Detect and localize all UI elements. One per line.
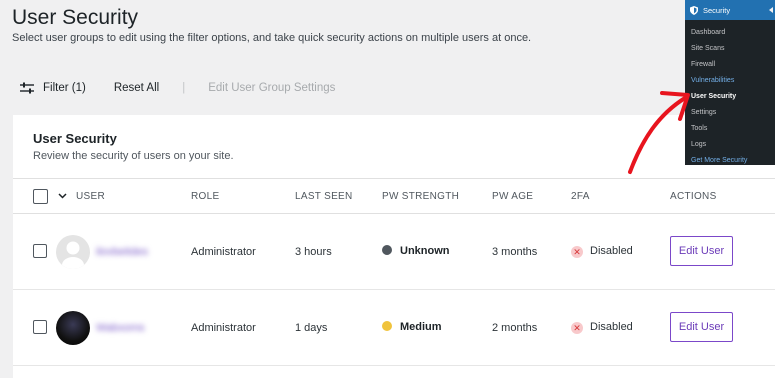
strength-dot-icon	[382, 321, 392, 331]
security-menu-title: Security	[703, 5, 731, 15]
close-icon: ✕	[571, 322, 583, 334]
sliders-icon	[20, 82, 34, 94]
table-row: ilovbeitdes Administrator 3 hours Unknow…	[13, 214, 775, 290]
filter-button[interactable]: Filter (1)	[20, 82, 86, 94]
default-avatar-icon	[62, 241, 84, 269]
filter-label: Filter (1)	[43, 82, 86, 94]
pw-strength-value: Unknown	[382, 245, 450, 257]
menu-item-tools[interactable]: Tools	[685, 121, 775, 137]
column-actions: ACTIONS	[670, 191, 717, 202]
security-menu-header[interactable]: Security	[685, 0, 775, 20]
column-role[interactable]: ROLE	[191, 191, 219, 202]
last-seen-value: 1 days	[295, 322, 328, 334]
twofa-value: ✕ Disabled	[571, 245, 633, 258]
toolbar: Filter (1) Reset All | Edit User Group S…	[20, 79, 335, 97]
close-icon: ✕	[571, 246, 583, 258]
page-title: User Security	[12, 6, 139, 29]
username[interactable]: ilovbeitdes	[96, 246, 148, 258]
menu-item-logs[interactable]: Logs	[685, 137, 775, 153]
edit-user-group-settings-button[interactable]: Edit User Group Settings	[208, 82, 335, 94]
security-submenu: Dashboard Site Scans Firewall Vulnerabil…	[685, 20, 775, 169]
twofa-value: ✕ Disabled	[571, 321, 633, 334]
menu-item-dashboard[interactable]: Dashboard	[685, 25, 775, 41]
menu-caret-icon	[769, 7, 773, 13]
row-checkbox[interactable]	[33, 320, 47, 334]
card-subtitle: Review the security of users on your sit…	[33, 150, 234, 162]
menu-item-firewall[interactable]: Firewall	[685, 57, 775, 73]
username[interactable]: Wabxoms	[96, 322, 145, 334]
avatar	[56, 311, 90, 345]
role-value: Administrator	[191, 322, 256, 334]
pw-strength-label: Unknown	[400, 245, 450, 257]
admin-security-menu: Security Dashboard Site Scans Firewall V…	[685, 0, 775, 165]
menu-item-user-security[interactable]: User Security	[685, 89, 775, 105]
role-value: Administrator	[191, 246, 256, 258]
card-title: User Security	[33, 131, 117, 146]
edit-user-button[interactable]: Edit User	[670, 236, 733, 266]
users-table: USER ROLE LAST SEEN PW STRENGTH PW AGE 2…	[13, 178, 775, 366]
column-pw-age[interactable]: PW AGE	[492, 191, 533, 202]
chevron-down-icon[interactable]	[58, 193, 67, 199]
strength-dot-icon	[382, 245, 392, 255]
last-seen-value: 3 hours	[295, 246, 332, 258]
column-pw-strength[interactable]: PW STRENGTH	[382, 191, 459, 202]
reset-all-button[interactable]: Reset All	[114, 82, 159, 94]
pw-strength-label: Medium	[400, 321, 442, 333]
select-all-checkbox[interactable]	[33, 189, 48, 204]
menu-item-vulnerabilities[interactable]: Vulnerabilities	[685, 73, 775, 89]
twofa-label: Disabled	[590, 321, 633, 333]
table-row: Wabxoms Administrator 1 days Medium 2 mo…	[13, 290, 775, 366]
menu-item-get-more-security[interactable]: Get More Security	[685, 153, 775, 169]
column-last-seen[interactable]: LAST SEEN	[295, 191, 353, 202]
user-security-card: User Security Review the security of use…	[13, 115, 775, 378]
menu-item-settings[interactable]: Settings	[685, 105, 775, 121]
pw-strength-value: Medium	[382, 321, 442, 333]
column-2fa[interactable]: 2FA	[571, 191, 590, 202]
page-subtitle: Select user groups to edit using the fil…	[12, 32, 532, 44]
toolbar-separator: |	[182, 82, 186, 94]
pw-age-value: 2 months	[492, 322, 538, 334]
column-user[interactable]: USER	[76, 191, 105, 202]
menu-item-site-scans[interactable]: Site Scans	[685, 41, 775, 57]
shield-icon	[690, 5, 698, 15]
edit-user-button[interactable]: Edit User	[670, 312, 733, 342]
table-header: USER ROLE LAST SEEN PW STRENGTH PW AGE 2…	[13, 178, 775, 214]
avatar	[56, 235, 90, 269]
pw-age-value: 3 months	[492, 246, 538, 258]
twofa-label: Disabled	[590, 245, 633, 257]
row-checkbox[interactable]	[33, 244, 47, 258]
